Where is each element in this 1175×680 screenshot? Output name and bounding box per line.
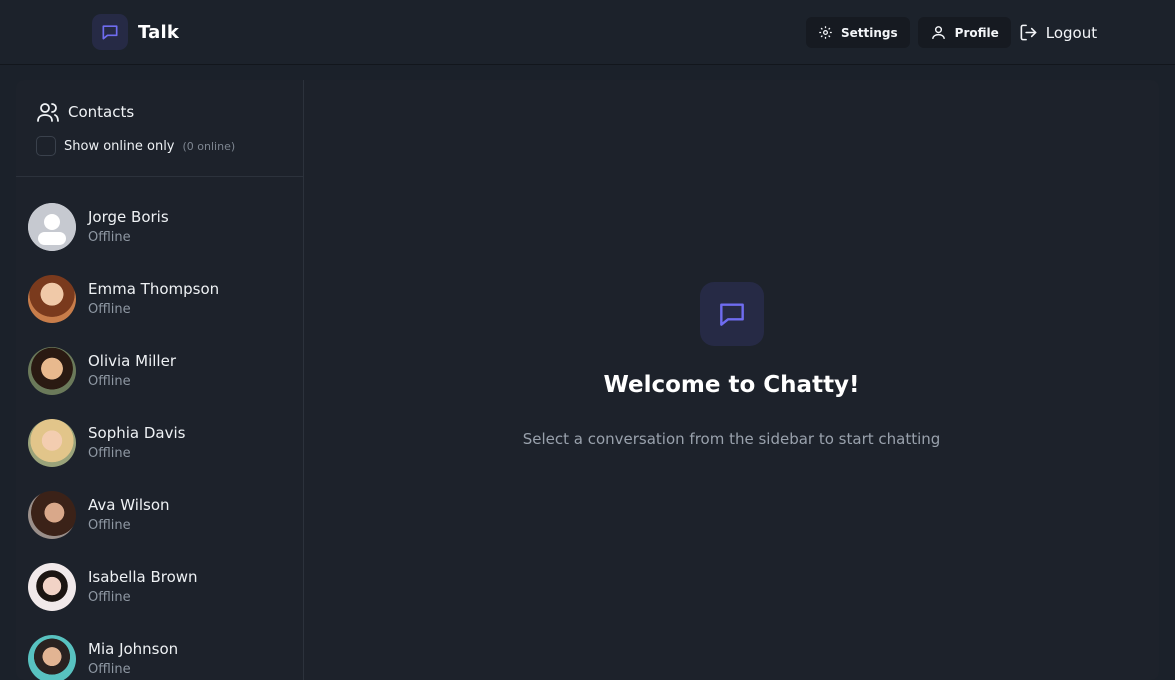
online-count: (0 online): [182, 139, 236, 153]
contact-name: Olivia Miller: [88, 352, 176, 370]
avatar: [28, 635, 76, 680]
contact-name: Isabella Brown: [88, 568, 198, 586]
profile-label: Profile: [954, 25, 999, 40]
contact-status: Offline: [88, 662, 131, 677]
contact-status: Offline: [88, 590, 131, 605]
contact-item[interactable]: Olivia Miller Offline: [16, 335, 303, 407]
avatar: [28, 203, 76, 251]
settings-button[interactable]: Settings: [806, 17, 910, 48]
contact-status: Offline: [88, 446, 131, 461]
welcome-title: Welcome to Chatty!: [603, 372, 860, 398]
chat-container: Contacts Show online only (0 online) Jor…: [16, 80, 1159, 680]
settings-label: Settings: [841, 25, 898, 40]
profile-button[interactable]: Profile: [917, 17, 1011, 48]
contact-status: Offline: [88, 374, 131, 389]
contact-name: Jorge Boris: [88, 208, 169, 226]
contact-item[interactable]: Ava Wilson Offline: [16, 479, 303, 551]
brand-link[interactable]: Talk: [92, 14, 179, 50]
logout-icon: [1020, 24, 1037, 41]
contact-item[interactable]: Mia Johnson Offline: [16, 623, 303, 680]
contact-item[interactable]: Jorge Boris Offline: [16, 191, 303, 263]
logout-button[interactable]: Logout: [1019, 17, 1097, 48]
avatar: [28, 275, 76, 323]
gear-icon: [819, 26, 832, 39]
welcome-subtitle: Select a conversation from the sidebar t…: [522, 430, 941, 448]
contact-name: Sophia Davis: [88, 424, 186, 442]
contacts-title: Contacts: [68, 103, 135, 121]
users-icon: [37, 103, 59, 122]
brand-name: Talk: [138, 21, 180, 43]
contact-name: Mia Johnson: [88, 640, 179, 658]
logout-label: Logout: [1045, 23, 1098, 42]
chat-bubble-icon: [700, 282, 764, 346]
user-icon: [931, 26, 945, 39]
nav-actions: Settings Profile Logout: [806, 17, 1097, 48]
online-only-checkbox[interactable]: [36, 136, 56, 156]
online-filter-label: Show online only: [64, 138, 175, 154]
avatar: [28, 419, 76, 467]
online-filter[interactable]: Show online only (0 online): [36, 136, 303, 156]
sidebar-header: Contacts Show online only (0 online): [16, 80, 303, 177]
avatar: [28, 563, 76, 611]
avatar: [28, 491, 76, 539]
contact-status: Offline: [88, 230, 131, 245]
contact-item[interactable]: Sophia Davis Offline: [16, 407, 303, 479]
contact-name: Ava Wilson: [88, 496, 170, 514]
contact-item[interactable]: Emma Thompson Offline: [16, 263, 303, 335]
contacts-heading: Contacts: [36, 100, 303, 124]
contact-item[interactable]: Isabella Brown Offline: [16, 551, 303, 623]
chat-bubble-icon: [92, 14, 128, 50]
navbar: Talk Settings Profile Logout: [0, 0, 1175, 65]
contacts-sidebar: Contacts Show online only (0 online) Jor…: [16, 80, 304, 680]
contact-name: Emma Thompson: [88, 280, 220, 298]
contact-status: Offline: [88, 518, 131, 533]
contact-status: Offline: [88, 302, 131, 317]
contact-list: Jorge Boris Offline Emma Thompson Offlin…: [16, 177, 303, 680]
welcome-panel: Welcome to Chatty! Select a conversation…: [304, 80, 1159, 680]
avatar: [28, 347, 76, 395]
